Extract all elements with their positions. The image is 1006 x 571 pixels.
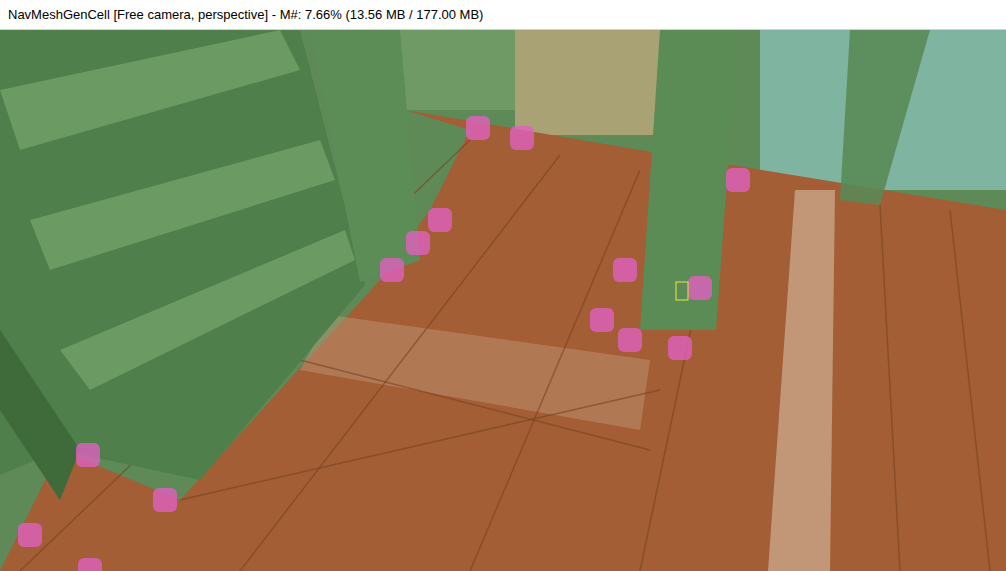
editor-window: NavMeshGenCell [Free camera, perspective… xyxy=(0,0,1006,571)
scene-render-icon xyxy=(0,30,1006,571)
window-title: NavMeshGenCell [Free camera, perspective… xyxy=(8,5,483,25)
render-viewport[interactable] xyxy=(0,30,1006,571)
title-bar: NavMeshGenCell [Free camera, perspective… xyxy=(0,0,1006,30)
